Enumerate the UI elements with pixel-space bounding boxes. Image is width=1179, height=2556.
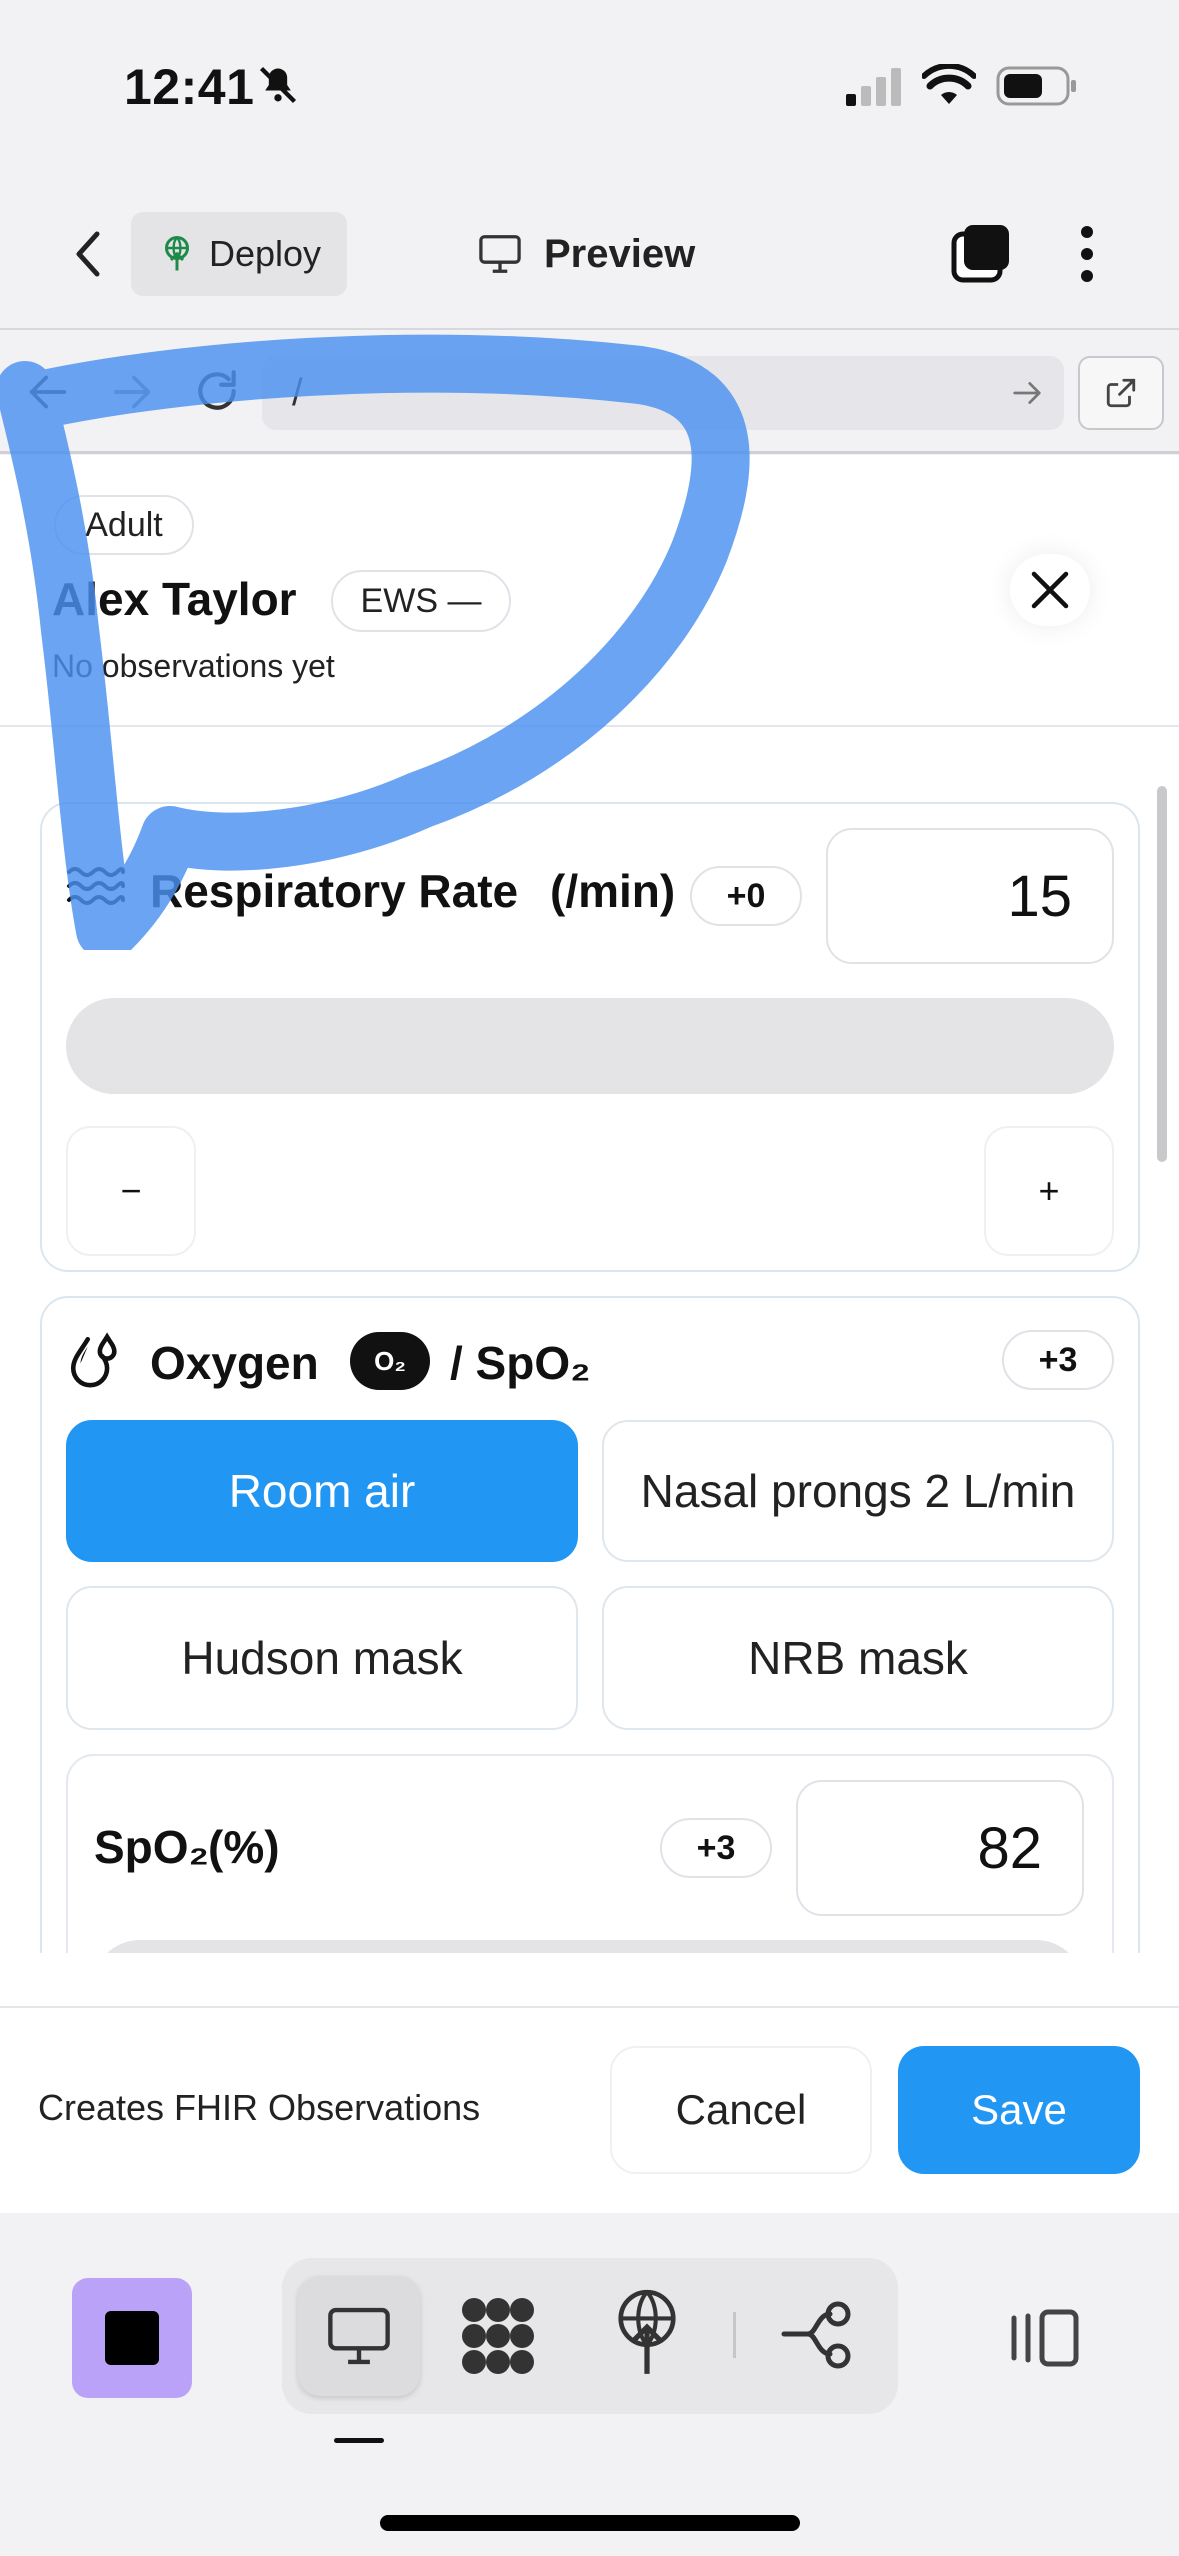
close-button[interactable] [1010,554,1090,626]
option-nrb-mask[interactable]: NRB mask [602,1586,1114,1730]
preview-view-button[interactable] [298,2276,420,2396]
home-indicator [380,2515,800,2531]
reload-icon[interactable] [192,366,242,416]
decrement-button[interactable]: − [66,1126,196,1256]
ews-badge-text: EWS — [360,581,482,620]
decrement-label: − [120,1170,142,1211]
preview-tab[interactable]: Preview [478,224,695,284]
preview-label: Preview [544,231,696,276]
respiratory-title: Respiratory Rate [150,865,519,917]
url-text: / [292,371,303,414]
dots-cluster-icon [460,2296,536,2376]
stop-icon [105,2311,159,2365]
oxygen-spo2-suffix: / SpO₂ [450,1337,591,1389]
ews-badge: EWS — [331,570,511,632]
respiratory-unit: (/min) [550,865,676,917]
more-options-icon[interactable] [1076,224,1098,284]
scrollbar[interactable] [1157,786,1167,1162]
patient-subtitle: No observations yet [52,648,335,684]
url-field[interactable]: / [262,356,1064,430]
browser-back-icon[interactable] [26,372,70,412]
desktop-icon [326,2306,392,2366]
o2-chip: O₂ [350,1332,430,1390]
save-label: Save [971,2086,1067,2133]
battery-icon [996,66,1078,106]
respiratory-value-text: 15 [1007,863,1072,929]
option-nrb-mask-label: NRB mask [748,1632,968,1684]
age-group-badge: Adult [54,495,194,555]
workflow-icon [780,2300,856,2372]
bell-slash-icon [256,63,300,107]
cancel-button[interactable]: Cancel [610,2046,872,2174]
deploy-label: Deploy [209,233,322,274]
option-nasal-prongs[interactable]: Nasal prongs 2 L/min [602,1420,1114,1562]
deploy-icon [159,234,195,274]
signal-icon [846,68,904,106]
spo2-input[interactable]: 82 [796,1780,1084,1916]
layout-toggle-icon[interactable] [1010,2308,1080,2368]
network-view-button[interactable] [460,2296,536,2376]
browser-forward-icon[interactable] [110,372,154,412]
globe-upload-icon [612,2288,682,2378]
oxygen-card: Oxygen O₂ / SpO₂ +3 Room air Nasal prong… [40,1296,1140,1953]
respiratory-rate-input[interactable]: 15 [826,828,1114,964]
cancel-label: Cancel [675,2086,807,2133]
open-external-button[interactable] [1078,356,1164,430]
form-scroll-area[interactable]: Respiratory Rate (/min) +0 15 − + Oxygen… [0,729,1179,1953]
option-hudson-mask-label: Hudson mask [181,1632,463,1684]
spo2-slider[interactable] [92,1940,1084,1953]
option-room-air-label: Room air [228,1465,416,1517]
spo2-value-text: 82 [977,1815,1042,1881]
respiratory-score-text: +0 [726,876,766,915]
stop-button[interactable] [72,2278,192,2398]
oxygen-title: Oxygen [150,1337,319,1389]
spo2-unit: (%) [208,1821,280,1873]
switcher-divider [733,2312,736,2358]
option-room-air[interactable]: Room air [66,1420,578,1562]
deploy-button[interactable]: Deploy [131,212,347,296]
respiratory-rate-slider[interactable] [66,998,1114,1094]
patient-name: Alex Taylor [52,573,297,625]
respiratory-waves-icon [66,864,126,908]
spo2-score-text: +3 [696,1828,736,1867]
spo2-subcard: SpO₂ (%) +3 82 [66,1754,1114,1953]
oxygen-score-badge: +3 [1002,1330,1114,1390]
increment-label: + [1038,1170,1060,1211]
age-group-text: Adult [85,505,163,544]
close-icon [1030,570,1070,610]
external-link-icon [1104,376,1138,410]
option-hudson-mask[interactable]: Hudson mask [66,1586,578,1730]
oxygen-score-text: +3 [1038,1340,1078,1379]
tabs-switcher-icon[interactable] [950,222,1012,284]
status-time: 12:41 [124,59,255,115]
wifi-icon [922,64,976,106]
spo2-label: SpO₂ [94,1821,209,1873]
increment-button[interactable]: + [984,1126,1114,1256]
respiratory-rate-card: Respiratory Rate (/min) +0 15 − + [40,802,1140,1272]
active-tab-indicator [334,2438,384,2443]
spo2-score-badge: +3 [660,1818,772,1878]
footer-note: Creates FHIR Observations [38,2087,481,2128]
deploy-view-button[interactable] [612,2288,682,2378]
monitor-icon [478,234,522,274]
respiratory-score-badge: +0 [690,866,802,926]
back-button[interactable] [60,222,116,286]
url-go-icon[interactable] [1010,378,1044,408]
save-button[interactable]: Save [898,2046,1140,2174]
workflow-view-button[interactable] [780,2300,856,2372]
option-nasal-prongs-label: Nasal prongs 2 L/min [640,1465,1076,1517]
oxygen-drop-icon [66,1332,124,1390]
o2-chip-text: O₂ [374,1345,406,1376]
